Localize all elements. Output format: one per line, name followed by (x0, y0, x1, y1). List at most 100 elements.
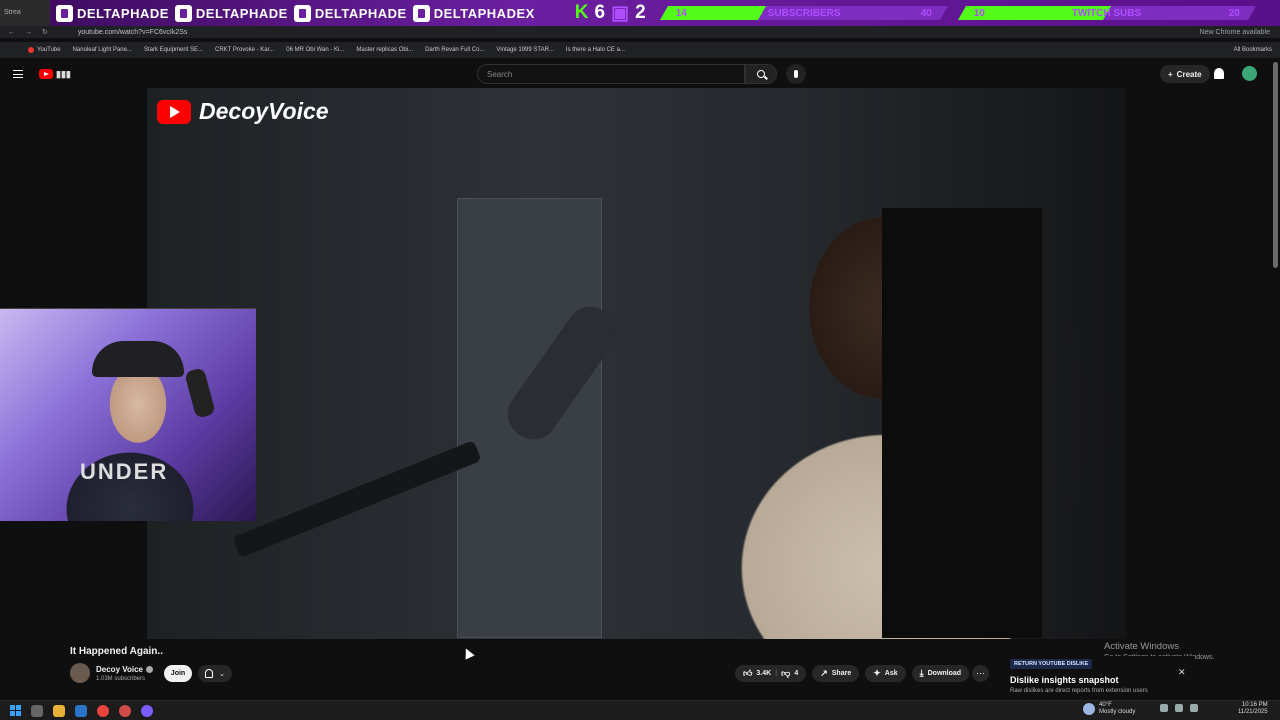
app-icon[interactable] (119, 704, 131, 717)
steam-icon[interactable] (75, 704, 87, 717)
discord-icon[interactable] (141, 704, 153, 717)
goal-subscribers: 14 SUBSCRIBERS 40 (659, 6, 948, 20)
goal-current: 14 (675, 7, 687, 19)
social-instagram: DELTAPHADE (174, 4, 288, 22)
bookmark[interactable]: Stark Equipment SE... (144, 47, 203, 53)
bookmark-label: Master replicas Obi... (356, 47, 414, 53)
kick-count: 6 (594, 2, 606, 23)
channel-avatar[interactable] (70, 663, 90, 683)
bookmark-label: YouTube (37, 47, 61, 53)
bookmark[interactable]: YouTube (28, 47, 61, 53)
bookmark[interactable]: 06 MR Obi Wan - Ki... (286, 47, 344, 53)
viewer-counts: K 6 ▣ 2 (575, 2, 646, 25)
subscribed-notifications-button[interactable]: ⌄ (198, 665, 232, 682)
weather-widget[interactable]: 40°F Mostly cloudy (1083, 702, 1135, 716)
bookmark-label: Darth Revan Full Co... (425, 47, 485, 53)
chevron-down-icon: ⌄ (219, 670, 225, 678)
youtube-logo[interactable]: ▮▮▮ (39, 69, 71, 80)
search-button[interactable] (745, 64, 777, 84)
network-icon[interactable] (1175, 704, 1183, 712)
forward-icon[interactable]: → (25, 29, 32, 36)
search-input[interactable]: Search (477, 64, 745, 84)
download-button[interactable]: ⤓ Download (911, 665, 970, 682)
voice-search-button[interactable] (786, 64, 806, 84)
twitch-viewers-icon: ▣ (611, 2, 630, 24)
youtube-play-icon (39, 69, 53, 79)
share-button[interactable]: ↗ Share (812, 665, 860, 682)
goal-twitch-subs: 10 TWITCH SUBS 20 (957, 6, 1256, 20)
channel-owner[interactable]: Decoy Voice 1.03M subscribers (70, 663, 153, 683)
video-scene-shelf (882, 208, 1042, 638)
separator: | (775, 670, 778, 677)
url-text[interactable]: youtube.com/watch?v=FC6vcIk2Ss (78, 29, 188, 36)
ryd-subtitle: Raw dislikes are direct reports from ext… (1010, 688, 1148, 694)
social-handle: DELTAPHADEX (433, 5, 535, 21)
notifications-bell-icon[interactable] (1214, 68, 1224, 79)
windows-start-icon[interactable] (10, 705, 21, 716)
bookmark[interactable]: Master replicas Obi... (356, 47, 413, 53)
reload-icon[interactable]: ↻ (42, 28, 48, 36)
activate-title: Activate Windows (1104, 641, 1179, 652)
like-dislike-group: 👍︎ 3.4K | 👎︎ 4 (735, 665, 807, 682)
bookmark[interactable]: Is there a Halo CE a... (566, 47, 625, 53)
task-view-icon[interactable] (31, 704, 43, 717)
social-handle: DELTAPHADE (195, 5, 288, 21)
browser-tab-stub[interactable]: Strea (0, 0, 50, 26)
bookmark[interactable]: Vintage 1999 STAR... (496, 47, 553, 53)
account-avatar[interactable] (1242, 66, 1257, 81)
address-bar[interactable]: ← → ↻ youtube.com/watch?v=FC6vcIk2Ss New… (0, 26, 1280, 38)
like-count[interactable]: 3.4K (756, 670, 771, 677)
system-tray (1160, 704, 1198, 712)
verified-icon (145, 665, 153, 673)
webcam-shirt-text: UNDER (80, 459, 169, 484)
microphone-icon (794, 70, 798, 78)
twitter-icon (412, 4, 430, 22)
temperature: 40°F (1099, 702, 1112, 708)
like-icon[interactable]: 👍︎ (743, 668, 752, 679)
clock-date: 11/21/2025 (1238, 709, 1268, 715)
streamer-webcam: UNDER (0, 308, 256, 521)
channel-name[interactable]: Decoy Voice (96, 665, 143, 674)
file-explorer-icon[interactable] (53, 704, 65, 717)
bookmark-label: Vintage 1999 STAR... (496, 47, 554, 53)
dislike-count[interactable]: 4 (794, 670, 798, 677)
webcam-cap (92, 341, 184, 377)
bell-icon (205, 669, 214, 678)
tray-chevron-icon[interactable] (1160, 704, 1168, 712)
goal-target: 20 (1228, 7, 1240, 19)
social-handle: DELTAPHADE (314, 5, 407, 21)
twitch-icon (56, 4, 73, 22)
video-player[interactable]: DecoyVoice (147, 88, 1126, 639)
chrome-update-notice[interactable]: New Chrome available (1200, 29, 1270, 36)
page-scrollbar[interactable] (1273, 62, 1278, 268)
stream-overlay-bar: Strea DELTAPHADE DELTAPHADE DELTAPHADE D… (0, 0, 1280, 26)
bookmark-label: 06 MR Obi Wan - Ki... (286, 47, 345, 53)
video-scene-mic-arm (232, 440, 482, 558)
create-label: Create (1176, 69, 1202, 79)
all-bookmarks-button[interactable]: All Bookmarks (1234, 47, 1272, 53)
ask-label: Ask (884, 670, 898, 677)
bookmark[interactable]: Darth Revan Full Co... (425, 47, 484, 53)
goal-label: TWITCH SUBS (1071, 7, 1142, 19)
ryd-title: Dislike insights snapshot (1010, 675, 1119, 685)
more-actions-icon[interactable]: ⋯ (972, 665, 989, 682)
volume-icon[interactable] (1190, 704, 1198, 712)
video-actions: 👍︎ 3.4K | 👎︎ 4 ↗ Share ✦ Ask ⤓ Download (735, 665, 970, 682)
dislike-icon[interactable]: 👎︎ (781, 668, 790, 679)
ask-button[interactable]: ✦ Ask (865, 665, 906, 682)
bookmark-label: Nanoleaf Light Pane... (72, 47, 132, 53)
bookmark[interactable]: Nanoleaf Light Pane... (73, 47, 132, 53)
menu-icon[interactable] (13, 70, 23, 78)
bookmark[interactable]: CRKT Provoke - Kar... (215, 47, 274, 53)
chrome-icon[interactable] (97, 704, 109, 717)
create-button[interactable]: + Create (1160, 65, 1210, 83)
back-icon[interactable]: ← (8, 29, 15, 36)
close-icon[interactable]: ✕ (1178, 667, 1186, 678)
youtube-logo-icon (157, 99, 191, 124)
share-label: Share (831, 670, 852, 677)
channel-watermark: DecoyVoice (157, 98, 329, 125)
join-button[interactable]: Join (164, 665, 192, 682)
taskbar-clock[interactable]: 10:16 PM 11/21/2025 (1238, 702, 1268, 716)
ryd-tag: RETURN YOUTUBE DISLIKE (1010, 659, 1093, 669)
social-twitch: DELTAPHADE (56, 4, 169, 22)
